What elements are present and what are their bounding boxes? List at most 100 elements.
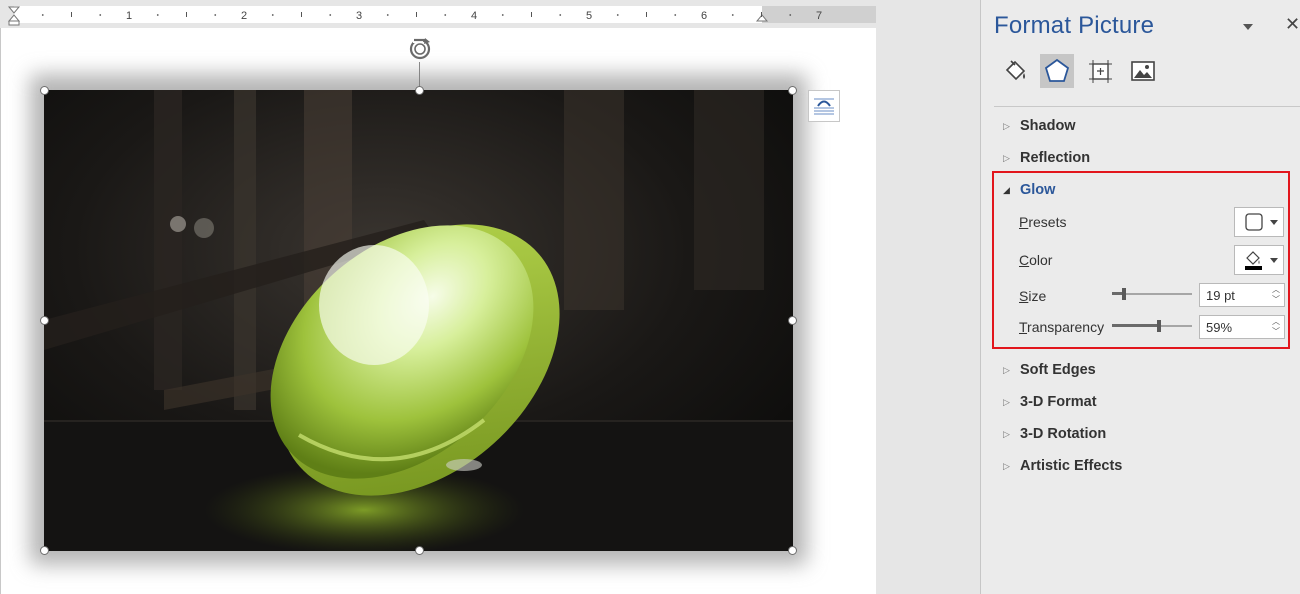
tab-size-properties[interactable] (1083, 54, 1117, 88)
ruler-tick (789, 14, 792, 16)
resize-handle-bottom[interactable] (415, 546, 424, 555)
ruler-label: 6 (701, 10, 707, 22)
glow-color-label: Color (1019, 252, 1053, 268)
format-picture-pane: Format Picture ✕ ▷ Shadow ▷ Reflection ◢… (981, 0, 1300, 594)
glow-size-label: Size (1019, 288, 1047, 304)
size-position-icon (1089, 60, 1112, 83)
layout-options-button[interactable] (808, 90, 840, 122)
slider-thumb[interactable] (1122, 288, 1126, 300)
ruler-tick (444, 14, 447, 16)
ruler-tick (559, 14, 562, 16)
wrap-text-icon (814, 98, 834, 115)
ruler-label: 7 (816, 10, 822, 22)
section-soft-edges[interactable]: ▷ Soft Edges (1003, 360, 1096, 380)
ruler-tick (386, 14, 389, 16)
close-icon[interactable]: ✕ (1285, 14, 1300, 35)
image-icon (1131, 61, 1155, 81)
section-label: Glow (1020, 182, 1056, 198)
spin-down-icon[interactable]: ﹀ (1271, 327, 1281, 337)
resize-handle-top-left[interactable] (40, 86, 49, 95)
left-indent-marker (8, 20, 20, 26)
glow-transparency-spinner[interactable]: ︿ ﹀ (1199, 315, 1285, 339)
expand-triangle-icon: ▷ (1003, 428, 1010, 439)
ruler-label: 3 (356, 10, 362, 22)
ruler-tick (674, 14, 677, 16)
color-swatch (1245, 266, 1262, 270)
ruler-tick (156, 14, 159, 16)
section-glow[interactable]: ◢ Glow (1003, 180, 1055, 200)
document-area: 1 2 3 4 5 6 7 (0, 0, 877, 594)
section-label: Reflection (1020, 150, 1091, 166)
pane-separator (994, 106, 1300, 107)
ruler-label: 4 (471, 10, 477, 22)
section-label: Artistic Effects (1020, 458, 1123, 474)
hanging-indent-marker (7, 14, 21, 22)
spinner-arrows[interactable]: ︿ ﹀ (1271, 285, 1281, 305)
glow-presets-label: Presets (1019, 214, 1067, 230)
ruler-ticks: 1 2 3 4 5 6 7 (7, 6, 822, 26)
glow-size-spinner[interactable]: ︿ ﹀ (1199, 283, 1285, 307)
section-3d-format[interactable]: ▷ 3-D Format (1003, 392, 1097, 412)
spin-down-icon[interactable]: ﹀ (1271, 295, 1281, 305)
glow-transparency-input[interactable] (1206, 319, 1266, 335)
rotate-handle-icon[interactable] (405, 36, 435, 66)
app-window: 1234567 Format Picture ✕ ▷ Shadow ▷ Refl… (0, 0, 1300, 594)
tab-fill-line[interactable] (998, 54, 1032, 88)
paint-bucket-icon (1246, 251, 1260, 265)
resize-handle-bottom-right[interactable] (788, 546, 797, 555)
spin-up-icon[interactable]: ︿ (1271, 285, 1281, 295)
horizontal-ruler[interactable]: 1 2 3 4 5 6 7 (0, 4, 876, 26)
selected-picture[interactable] (30, 74, 807, 565)
pane-title: Format Picture (994, 12, 1155, 39)
expand-triangle-icon: ▷ (1003, 364, 1010, 375)
slider-fill (1112, 324, 1159, 327)
ruler-tick (214, 14, 217, 16)
ruler-label: 2 (241, 10, 247, 22)
glow-size-slider[interactable] (1112, 288, 1192, 300)
glow-transparency-slider[interactable] (1112, 320, 1192, 332)
ruler-tick (616, 14, 619, 16)
resize-handle-left[interactable] (40, 316, 49, 325)
section-label: Soft Edges (1020, 362, 1096, 378)
glow-transparency-label: Transparency (1019, 319, 1105, 335)
preset-swatch-icon (1245, 213, 1263, 231)
first-line-indent-marker (7, 6, 21, 14)
pane-options-chevron-icon[interactable] (1241, 20, 1255, 32)
section-label: 3-D Rotation (1020, 426, 1107, 442)
glow-color-dropdown[interactable] (1234, 245, 1284, 275)
section-label: Shadow (1020, 118, 1076, 134)
pentagon-icon (1044, 58, 1070, 82)
ruler-tick (731, 14, 734, 16)
workspace-gutter (876, 0, 981, 594)
tab-picture[interactable] (1126, 54, 1160, 88)
section-reflection[interactable]: ▷ Reflection (1003, 148, 1090, 168)
expand-triangle-icon: ▷ (1003, 396, 1010, 407)
section-artistic-effects[interactable]: ▷ Artistic Effects (1003, 456, 1122, 476)
spinner-arrows[interactable]: ︿ ﹀ (1271, 317, 1281, 337)
chevron-down-icon (1270, 220, 1278, 225)
ruler-tick (41, 14, 44, 16)
tab-effects[interactable] (1040, 54, 1074, 88)
section-label: 3-D Format (1020, 394, 1097, 410)
glow-presets-dropdown[interactable] (1234, 207, 1284, 237)
section-shadow[interactable]: ▷ Shadow (1003, 116, 1076, 136)
resize-handle-right[interactable] (788, 316, 797, 325)
ruler-tick (501, 14, 504, 16)
spin-up-icon[interactable]: ︿ (1271, 317, 1281, 327)
resize-handle-bottom-left[interactable] (40, 546, 49, 555)
ruler-label: 1 (126, 10, 132, 22)
paint-bucket-icon (1005, 60, 1026, 81)
ruler-tick (271, 14, 274, 16)
collapse-triangle-icon: ◢ (1003, 184, 1010, 195)
ruler-tick (99, 14, 102, 16)
chevron-down-icon (1270, 258, 1278, 263)
section-3d-rotation[interactable]: ▷ 3-D Rotation (1003, 424, 1106, 444)
slider-thumb[interactable] (1157, 320, 1161, 332)
resize-handle-top-right[interactable] (788, 86, 797, 95)
glow-size-input[interactable] (1206, 287, 1266, 303)
ruler-tick (329, 14, 332, 16)
lamp-photo[interactable] (44, 90, 793, 551)
resize-handle-top[interactable] (415, 86, 424, 95)
expand-triangle-icon: ▷ (1003, 120, 1010, 131)
expand-triangle-icon: ▷ (1003, 152, 1010, 163)
